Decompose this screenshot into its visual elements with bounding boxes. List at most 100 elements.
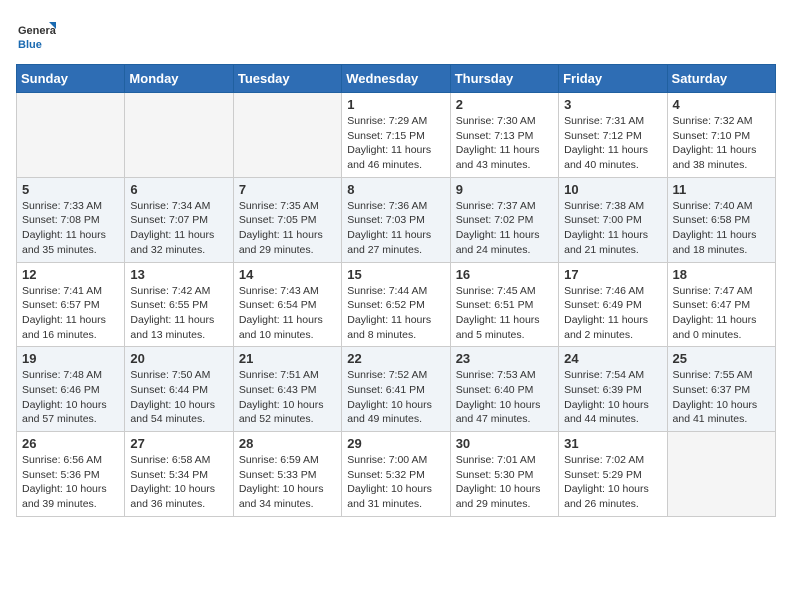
calendar-week-row: 1Sunrise: 7:29 AMSunset: 7:15 PMDaylight… [17,93,776,178]
sunset-label: Sunset: 6:57 PM [22,299,100,311]
day-info: Sunrise: 7:51 AM Sunset: 6:43 PM Daylight:… [239,368,336,427]
day-info: Sunrise: 7:36 AMSunset: 7:03 PMDaylight:… [347,199,444,258]
day-number: 20 [130,351,227,366]
day-number: 19 [22,351,119,366]
calendar-day-cell: 5Sunrise: 7:33 AMSunset: 7:08 PMDaylight… [17,177,125,262]
day-info: Sunrise: 7:55 AMSunset: 6:37 PMDaylight:… [673,368,770,427]
sunset-label: Sunset: 6:51 PM [456,299,534,311]
sunrise-label: Sunrise: 7:34 AM [130,200,210,212]
daylight-label: Daylight: 10 hours and 52 minutes. [239,399,324,426]
calendar-day-cell: 9Sunrise: 7:37 AMSunset: 7:02 PMDaylight… [450,177,558,262]
day-number: 28 [239,436,336,451]
daylight-label: Daylight: 11 hours and 2 minutes. [564,314,648,341]
daylight-label: Daylight: 11 hours and 5 minutes. [456,314,540,341]
daylight-label: Daylight: 10 hours and 41 minutes. [673,399,758,426]
sunrise-label: Sunrise: 7:36 AM [347,200,427,212]
daylight-label: Daylight: 11 hours and 13 minutes. [130,314,214,341]
day-number: 30 [456,436,553,451]
daylight-label: Daylight: 10 hours and 29 minutes. [456,483,541,510]
sunset-label: Sunset: 6:43 PM [239,384,317,396]
day-info: Sunrise: 7:33 AMSunset: 7:08 PMDaylight:… [22,199,119,258]
svg-text:General: General [18,25,56,37]
sunset-label: Sunset: 7:13 PM [456,130,534,142]
day-info: Sunrise: 7:34 AMSunset: 7:07 PMDaylight:… [130,199,227,258]
sunrise-label: Sunrise: 7:43 AM [239,285,319,297]
daylight-label: Daylight: 10 hours and 31 minutes. [347,483,432,510]
calendar-day-cell: 3Sunrise: 7:31 AMSunset: 7:12 PMDaylight… [559,93,667,178]
day-info: Sunrise: 7:32 AM Sunset: 7:10 PM Daylight:… [673,114,770,173]
sunrise-label: Sunrise: 7:52 AM [347,369,427,381]
sunrise-label: Sunrise: 7:35 AM [239,200,319,212]
sunrise-label: Sunrise: 7:32 AM [673,115,753,127]
sunrise-label: Sunrise: 7:31 AM [564,115,644,127]
day-number: 1 [347,97,444,112]
daylight-label: Daylight: 11 hours and 40 minutes. [564,144,648,171]
calendar-week-row: 12 Sunrise: 7:41 AMSunset: 6:57 PMDayligh… [17,262,776,347]
day-info: Sunrise: 7:42 AMSunset: 6:55 PMDaylight:… [130,284,227,343]
sunset-label: Sunset: 6:52 PM [347,299,425,311]
day-info: Sunrise: 7:43 AMSunset: 6:54 PMDaylight:… [239,284,336,343]
day-info: Sunrise: 6:56 AMSunset: 5:36 PMDaylight:… [22,453,119,512]
day-number: 12 [22,267,119,282]
day-info: Sunrise: 7:50 AMSunset: 6:44 PMDaylight:… [130,368,227,427]
day-info: Sunrise: 7:46 AMSunset: 6:49 PMDaylight:… [564,284,661,343]
calendar-day-cell: 16Sunrise: 7:45 AMSunset: 6:51 PMDayligh… [450,262,558,347]
calendar-day-cell: 21 Sunrise: 7:51 AM Sunset: 6:43 PM Dayligh… [233,347,341,432]
calendar-day-cell: 13Sunrise: 7:42 AMSunset: 6:55 PMDayligh… [125,262,233,347]
calendar-day-cell: 14 Sunrise: 7:43 AMSunset: 6:54 PMDayligh… [233,262,341,347]
calendar-day-cell: 28 Sunrise: 6:59 AMSunset: 5:33 PMDayligh… [233,432,341,517]
day-number: 2 [456,97,553,112]
weekday-header: Sunday [17,65,125,93]
day-number: 24 [564,351,661,366]
daylight-label: Daylight: 11 hours and 29 minutes. [239,229,323,256]
weekday-header: Tuesday [233,65,341,93]
daylight-label: Daylight: 10 hours and 54 minutes. [130,399,215,426]
day-number: 17 [564,267,661,282]
calendar-day-cell: 25Sunrise: 7:55 AMSunset: 6:37 PMDayligh… [667,347,775,432]
day-info: Sunrise: 7:40 AMSunset: 6:58 PMDaylight:… [673,199,770,258]
sunset-label: Sunset: 7:12 PM [564,130,642,142]
calendar-day-cell: 11Sunrise: 7:40 AMSunset: 6:58 PMDayligh… [667,177,775,262]
day-info: Sunrise: 7:48 AMSunset: 6:46 PMDaylight:… [22,368,119,427]
day-info: Sunrise: 7:31 AM Sunset: 7:12 PM Daylight:… [564,114,661,173]
daylight-label: Daylight: 11 hours and 10 minutes. [239,314,323,341]
sunrise-label: Sunrise: 7:00 AM [347,454,427,466]
sunset-label: Sunset: 6:46 PM [22,384,100,396]
sunset-label: Sunset: 5:32 PM [347,469,425,481]
calendar-week-row: 5Sunrise: 7:33 AMSunset: 7:08 PMDaylight… [17,177,776,262]
daylight-label: Daylight: 10 hours and 34 minutes. [239,483,324,510]
daylight-label: Daylight: 10 hours and 44 minutes. [564,399,649,426]
daylight-label: Daylight: 11 hours and 38 minutes. [673,144,757,171]
sunrise-label: Sunrise: 7:33 AM [22,200,102,212]
weekday-header-row: SundayMondayTuesdayWednesdayThursdayFrid… [17,65,776,93]
sunrise-label: Sunrise: 7:38 AM [564,200,644,212]
day-number: 21 [239,351,336,366]
day-number: 8 [347,182,444,197]
day-number: 14 [239,267,336,282]
daylight-label: Daylight: 11 hours and 24 minutes. [456,229,540,256]
sunset-label: Sunset: 7:10 PM [673,130,751,142]
calendar-day-cell: 17 Sunrise: 7:46 AMSunset: 6:49 PMDayligh… [559,262,667,347]
day-number: 16 [456,267,553,282]
daylight-label: Daylight: 11 hours and 32 minutes. [130,229,214,256]
sunrise-label: Sunrise: 7:46 AM [564,285,644,297]
sunrise-label: Sunrise: 7:44 AM [347,285,427,297]
day-number: 15 [347,267,444,282]
sunset-label: Sunset: 7:03 PM [347,214,425,226]
daylight-label: Daylight: 11 hours and 16 minutes. [22,314,106,341]
sunset-label: Sunset: 6:41 PM [347,384,425,396]
sunset-label: Sunset: 5:29 PM [564,469,642,481]
weekday-header: Monday [125,65,233,93]
calendar-day-cell: 24 Sunrise: 7:54 AMSunset: 6:39 PMDayligh… [559,347,667,432]
day-info: Sunrise: 7:52 AMSunset: 6:41 PMDaylight:… [347,368,444,427]
day-info: Sunrise: 7:54 AMSunset: 6:39 PMDaylight:… [564,368,661,427]
daylight-label: Daylight: 10 hours and 26 minutes. [564,483,649,510]
calendar-day-cell: 20 Sunrise: 7:50 AMSunset: 6:44 PMDayligh… [125,347,233,432]
sunrise-label: Sunrise: 7:54 AM [564,369,644,381]
day-info: Sunrise: 7:41 AMSunset: 6:57 PMDaylight:… [22,284,119,343]
day-info: Sunrise: 6:59 AMSunset: 5:33 PMDaylight:… [239,453,336,512]
sunrise-label: Sunrise: 7:51 AM [239,369,319,381]
sunrise-label: Sunrise: 7:53 AM [456,369,536,381]
calendar-day-cell: 22Sunrise: 7:52 AMSunset: 6:41 PMDayligh… [342,347,450,432]
day-info: Sunrise: 7:38 AMSunset: 7:00 PMDaylight:… [564,199,661,258]
